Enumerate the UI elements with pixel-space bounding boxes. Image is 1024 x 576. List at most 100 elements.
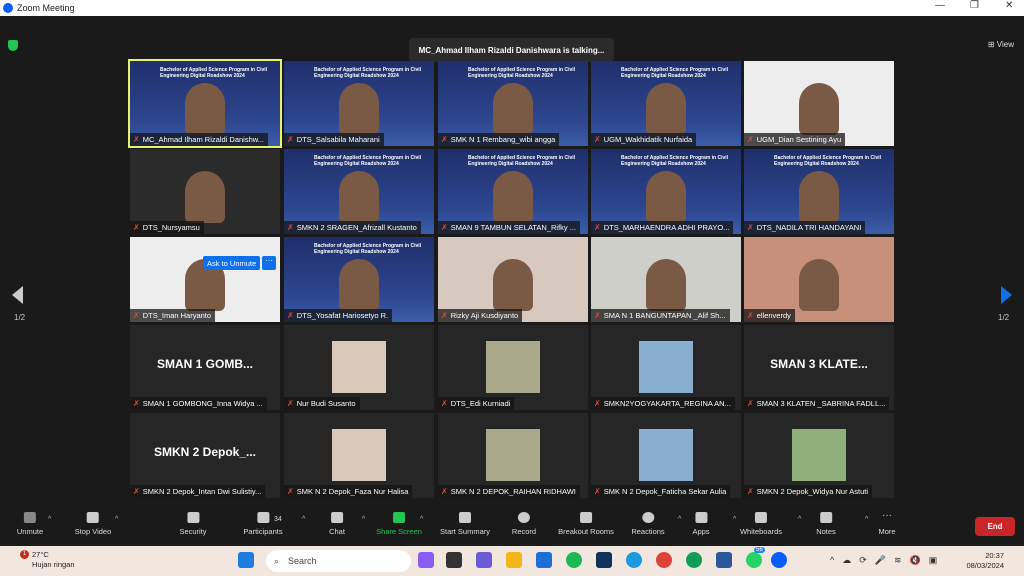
notes-button[interactable]: Notes [816,512,836,536]
participant-tile[interactable]: SMKN 2 Depok_... ✗ SMKN 2 Depok_Intan Dwi … [130,413,280,498]
participant-name-label: ✗ SMKN 2 SRAGEN_Afrizall Kustanto [284,221,421,234]
audio-options-caret[interactable]: ^ [48,516,51,523]
participant-tile[interactable]: Bachelor of Applied Science Program in C… [438,61,588,146]
participant-name-label: ✗ DTS_Nursyamsu [130,221,204,234]
roadshow-banner-text: Bachelor of Applied Science Program in C… [621,67,729,79]
taskbar-search[interactable]: ⌕ Search [266,550,411,572]
clock[interactable]: 20:37 08/03/2024 [966,551,1004,571]
app-icon[interactable] [596,552,612,568]
participant-tile[interactable]: Bachelor of Applied Science Program in C… [744,149,894,234]
whiteboards-button[interactable]: Whiteboards [740,512,782,536]
muted-mic-icon: ✗ [441,223,448,232]
participant-tile[interactable]: ✗ SMKN 2 Depok_Widya Nur Astuti [744,413,894,498]
summary-document-icon [458,512,471,523]
participant-name-label: ✗ ellenverdy [744,309,795,322]
stop-video-button[interactable]: Stop Video [75,512,111,536]
participant-tile[interactable]: ✗ Rizky Aji Kusdiyanto [438,237,588,322]
spotify-icon[interactable] [566,552,582,568]
record-button[interactable]: Record [512,512,536,536]
participant-tile[interactable]: ✗ SMK N 2 Depok_Faza Nur Halisa [284,413,434,498]
participant-tile[interactable]: Bachelor of Applied Science Program in C… [284,149,434,234]
share-caret[interactable]: ^ [420,516,423,523]
muted-mic-icon: ✗ [133,223,140,232]
participant-tile[interactable]: Bachelor of Applied Science Program in C… [591,149,741,234]
encryption-shield-icon[interactable] [8,40,18,51]
file-explorer-icon[interactable] [506,552,522,568]
participant-tile[interactable]: Bachelor of Applied Science Program in C… [284,237,434,322]
breakout-rooms-label: Breakout Rooms [558,527,614,536]
reactions-caret[interactable]: ^ [678,516,681,523]
participant-tile[interactable]: ✗ SMKN2YOGYAKARTA_REGINA AN... [591,325,741,410]
chat-button[interactable]: Chat [329,512,345,536]
share-screen-button[interactable]: Share Screen [376,512,422,536]
system-tray[interactable]: ^☁⟳🎤≋🔇▣ [830,555,945,566]
chat-caret[interactable]: ^ [362,516,365,523]
security-button[interactable]: Security [179,512,207,536]
participant-tile[interactable]: SMAN 1 GOMB... ✗ SMAN 1 GOMBONG_Inna Widya… [130,325,280,410]
search-label: Search [288,556,317,566]
next-page-arrow-icon[interactable] [1001,286,1012,304]
participant-tile[interactable]: ✗ SMK N 2 Depok_Faticha Sekar Aulia [591,413,741,498]
maximize-button[interactable]: ❐ [970,0,979,11]
weather-widget[interactable]: 1 27°C Hujan ringan [12,550,75,570]
participant-tile[interactable]: ✗ Nur Budi Susanto [284,325,434,410]
security-label: Security [179,527,207,536]
participant-tile[interactable]: SMAN 3 KLATE... ✗ SMAN 3 KLATEN _SABRINA F… [744,325,894,410]
windows-start-icon[interactable] [238,552,254,568]
participant-tile[interactable]: ✗ DTS_Edi Kurniadi [438,325,588,410]
apps-button[interactable]: Apps [692,512,710,536]
participant-tile[interactable]: ✗ UGM_Dian Sestining Ayu [744,61,894,146]
view-button[interactable]: ⊞ View [988,40,1014,49]
participant-tile[interactable]: ✗ SMA N 1 BANGUNTAPAN _Alif Sh... [591,237,741,322]
participant-tile[interactable]: ✗ ellenverdy [744,237,894,322]
minimize-button[interactable]: — [935,0,945,11]
participant-video [493,83,533,135]
tile-more-button[interactable]: ··· [262,256,276,270]
record-icon [518,512,530,523]
participant-tile[interactable]: Bachelor of Applied Science Program in C… [284,61,434,146]
participant-name: Nur Budi Susanto [296,399,356,408]
notes-caret[interactable]: ^ [865,516,868,523]
participant-tile[interactable]: ✗ DTS_Iman Haryanto [130,237,280,322]
reactions-button[interactable]: Reactions [631,512,665,536]
apps-caret[interactable]: ^ [733,516,736,523]
participant-tile[interactable]: ✗ SMK N 2 DEPOK_RAIHAN RIDHAWI [438,413,588,498]
word-icon[interactable] [716,552,732,568]
unmute-button[interactable]: Unmute [17,512,43,536]
whatsapp-icon[interactable]: 56 [746,547,765,568]
profile-picture [639,429,693,481]
copilot-icon[interactable] [418,552,434,568]
profile-picture [486,341,540,393]
participants-icon [257,512,269,523]
more-button[interactable]: ··· More [878,511,895,537]
participant-video [799,83,839,135]
previous-page-arrow-icon[interactable] [12,286,23,304]
edge-icon[interactable] [626,552,642,568]
whiteboards-caret[interactable]: ^ [798,516,801,523]
start-summary-button[interactable]: Start Summary [440,512,490,536]
view-label: View [996,40,1014,49]
ask-to-unmute-button[interactable]: Ask to Unmute [203,256,261,270]
chat-label: Chat [329,527,345,536]
teams-icon[interactable] [476,552,492,568]
participants-caret[interactable]: ^ [302,516,305,523]
task-view-icon[interactable] [446,552,462,568]
close-button[interactable]: ✕ [1005,0,1013,11]
zoom-taskbar-icon[interactable] [771,552,787,568]
participant-video [799,259,839,311]
chrome-profile-icon[interactable] [686,552,702,568]
participant-video [646,83,686,135]
participant-tile[interactable]: Bachelor of Applied Science Program in C… [438,149,588,234]
participant-tile[interactable]: Bachelor of Applied Science Program in C… [591,61,741,146]
end-meeting-button[interactable]: End [975,517,1015,536]
whiteboards-label: Whiteboards [739,527,783,536]
video-options-caret[interactable]: ^ [115,516,118,523]
participant-tile[interactable]: Bachelor of Applied Science Program in C… [128,59,282,148]
chrome-icon[interactable] [656,552,672,568]
participant-tile[interactable]: ✗ DTS_Nursyamsu [130,149,280,234]
breakout-rooms-button[interactable]: Breakout Rooms [558,512,614,536]
profile-picture [486,429,540,481]
participant-name: SMKN2YOGYAKARTA_REGINA AN... [603,399,731,408]
store-icon[interactable] [536,552,552,568]
participant-name: DTS_Iman Haryanto [142,311,212,320]
